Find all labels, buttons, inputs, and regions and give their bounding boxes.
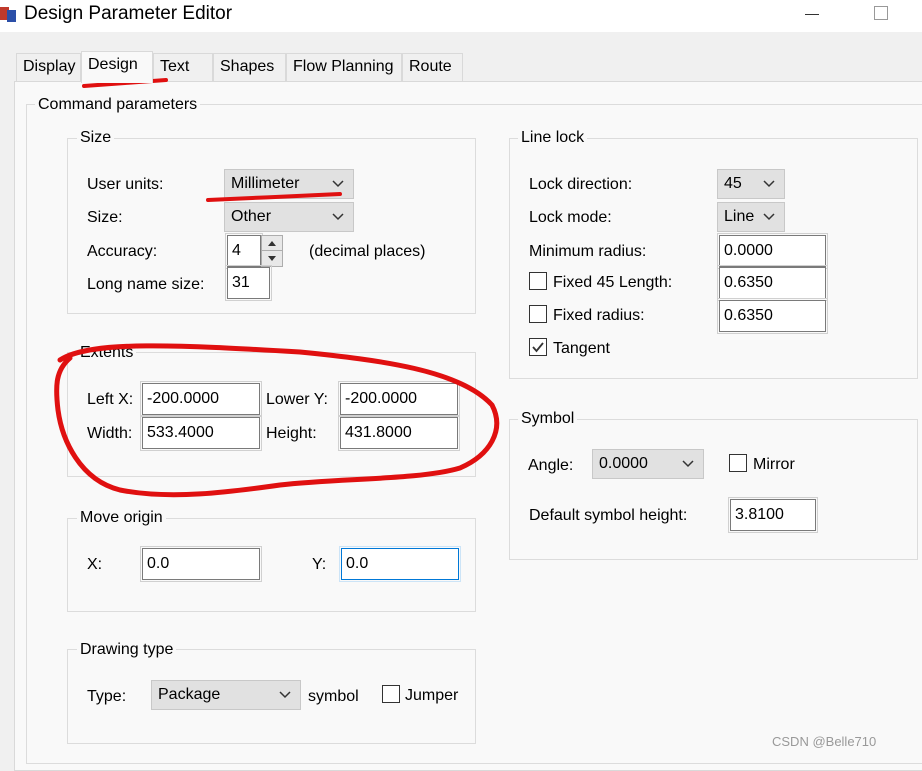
- user-units-label: User units:: [87, 176, 164, 193]
- lower-y-label: Lower Y:: [266, 391, 328, 408]
- width-label: Width:: [87, 425, 133, 442]
- watermark: CSDN @Belle710: [772, 734, 877, 749]
- spin-up-icon[interactable]: [262, 236, 282, 251]
- size-select[interactable]: Other: [224, 202, 354, 232]
- tab-display[interactable]: Display: [16, 53, 81, 81]
- tab-shapes[interactable]: Shapes: [213, 53, 286, 81]
- move-origin-group-label: Move origin: [77, 509, 166, 527]
- type-label: Type:: [87, 688, 127, 705]
- extents-group-label: Extents: [77, 344, 137, 362]
- angle-label: Angle:: [528, 457, 574, 474]
- chevron-down-icon: [763, 180, 775, 188]
- spin-down-icon[interactable]: [262, 251, 282, 266]
- accuracy-label: Accuracy:: [87, 243, 158, 260]
- size-value: Other: [231, 208, 272, 225]
- checkmark-icon: [532, 342, 544, 353]
- chevron-down-icon: [279, 691, 291, 699]
- command-parameters-label: Command parameters: [35, 96, 201, 114]
- origin-x-label: X:: [87, 556, 103, 573]
- drawing-type-select[interactable]: Package: [151, 680, 301, 710]
- tab-route[interactable]: Route: [402, 53, 463, 81]
- tab-flow-planning[interactable]: Flow Planning: [286, 53, 402, 81]
- origin-y-label: Y:: [312, 556, 327, 573]
- lock-direction-value: 45: [724, 175, 742, 192]
- lock-mode-value: Line: [724, 208, 755, 225]
- mirror-checkbox[interactable]: [729, 454, 747, 472]
- lock-direction-select[interactable]: 45: [717, 169, 785, 199]
- tab-design[interactable]: Design: [81, 51, 153, 83]
- left-x-input[interactable]: -200.0000: [140, 381, 262, 417]
- window-title: Design Parameter Editor: [24, 3, 233, 24]
- long-name-size-label: Long name size:: [87, 276, 205, 293]
- user-units-select[interactable]: Millimeter: [224, 169, 354, 199]
- origin-x-input[interactable]: 0.0: [140, 546, 262, 582]
- long-name-size-input[interactable]: 31: [225, 265, 272, 301]
- tangent-checkbox[interactable]: [529, 338, 547, 356]
- chevron-down-icon: [763, 213, 775, 221]
- lower-y-input[interactable]: -200.0000: [338, 381, 460, 417]
- fixed-45-length-label: Fixed 45 Length:: [553, 274, 673, 291]
- symbol-label: symbol: [308, 688, 359, 705]
- size-group-label: Size: [77, 129, 115, 147]
- minimum-radius-input[interactable]: 0.0000: [717, 233, 828, 269]
- width-input[interactable]: 533.4000: [140, 415, 262, 451]
- lock-mode-select[interactable]: Line: [717, 202, 785, 232]
- app-icon: [0, 7, 16, 22]
- size-label: Size:: [87, 209, 123, 226]
- minimize-button[interactable]: [805, 14, 819, 15]
- height-label: Height:: [266, 425, 317, 442]
- jumper-label: Jumper: [405, 687, 459, 704]
- chevron-down-icon: [682, 460, 694, 468]
- left-x-label: Left X:: [87, 391, 134, 408]
- chevron-down-icon: [332, 180, 344, 188]
- angle-value: 0.0000: [599, 455, 648, 472]
- drawing-type-group-label: Drawing type: [77, 641, 177, 659]
- fixed-45-length-checkbox[interactable]: [529, 272, 547, 290]
- origin-y-input[interactable]: 0.0: [339, 546, 461, 582]
- fixed-radius-label: Fixed radius:: [553, 307, 645, 324]
- title-bar: Design Parameter Editor: [0, 0, 922, 32]
- line-lock-group-label: Line lock: [518, 129, 588, 147]
- fixed-radius-input[interactable]: 0.6350: [717, 298, 828, 334]
- lock-mode-label: Lock mode:: [529, 209, 612, 226]
- tab-text[interactable]: Text: [153, 53, 213, 81]
- accuracy-suffix: (decimal places): [309, 243, 426, 260]
- fixed-45-length-input[interactable]: 0.6350: [717, 265, 828, 301]
- symbol-group-label: Symbol: [518, 410, 578, 428]
- fixed-radius-checkbox[interactable]: [529, 305, 547, 323]
- symbol-group: [509, 419, 918, 560]
- tangent-label: Tangent: [553, 340, 610, 357]
- lock-direction-label: Lock direction:: [529, 176, 633, 193]
- accuracy-spinner[interactable]: [261, 235, 283, 267]
- jumper-checkbox[interactable]: [382, 685, 400, 703]
- user-units-value: Millimeter: [231, 175, 300, 192]
- minimum-radius-label: Minimum radius:: [529, 243, 647, 260]
- default-symbol-height-input[interactable]: 3.8100: [728, 497, 818, 533]
- mirror-label: Mirror: [753, 456, 795, 473]
- angle-select[interactable]: 0.0000: [592, 449, 704, 479]
- maximize-button[interactable]: [874, 6, 888, 20]
- accuracy-input[interactable]: 4: [225, 233, 263, 269]
- default-symbol-height-label: Default symbol height:: [529, 507, 688, 524]
- drawing-type-value: Package: [158, 686, 221, 703]
- height-input[interactable]: 431.8000: [338, 415, 460, 451]
- chevron-down-icon: [332, 213, 344, 221]
